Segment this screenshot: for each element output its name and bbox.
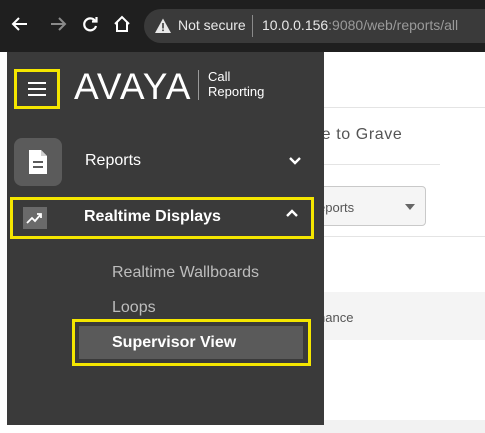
sidebar: AVAYA Call Reporting Reports Realtime Di… (7, 52, 324, 425)
back-button[interactable] (8, 12, 32, 36)
logo-separator (198, 70, 199, 100)
browser-toolbar: Not secure 10.0.0.156:9080/web/reports/a… (0, 0, 485, 52)
menu-line (28, 94, 46, 96)
realtime-displays-icon-box (23, 207, 47, 229)
home-icon (114, 15, 130, 32)
url-text[interactable]: 10.0.0.156:9080/web/reports/all (262, 17, 458, 33)
avaya-logo: AVAYA (74, 66, 192, 107)
sidebar-item-reports[interactable]: Reports (85, 152, 141, 170)
arrow-right-icon (51, 17, 67, 31)
document-icon (29, 150, 47, 174)
not-secure-label[interactable]: Not secure (178, 17, 246, 33)
sidebar-item-realtime-displays[interactable]: Realtime Displays (84, 208, 221, 226)
menu-line (28, 88, 46, 90)
sidebar-subitem-realtime-wallboards[interactable]: Realtime Wallboards (112, 264, 259, 282)
warning-icon (155, 18, 171, 33)
page-footer-strip (300, 420, 485, 433)
reload-icon (83, 17, 98, 32)
divider (300, 236, 485, 237)
product-name-line2: Reporting (208, 84, 265, 99)
chevron-down-icon[interactable] (288, 156, 302, 166)
reports-icon-box[interactable] (14, 138, 62, 186)
url-host: 10.0.0.156 (262, 17, 329, 33)
address-separator (252, 15, 253, 37)
url-path: :9080/web/reports/all (328, 17, 459, 33)
trending-up-icon (26, 213, 42, 224)
product-name-line1: Call (208, 69, 231, 84)
arrow-left-icon (11, 17, 27, 31)
divider (300, 107, 485, 108)
product-name: Call Reporting (208, 69, 264, 99)
hamburger-menu-button[interactable] (14, 69, 60, 109)
sidebar-subitem-supervisor-view[interactable]: Supervisor View (112, 334, 236, 352)
chevron-up-icon[interactable] (285, 208, 299, 218)
sidebar-subitem-loops[interactable]: Loops (112, 299, 156, 317)
forward-button[interactable] (46, 12, 70, 36)
address-bar[interactable]: Not secure 10.0.0.156:9080/web/reports/a… (144, 9, 485, 43)
reload-button[interactable] (78, 12, 102, 36)
home-button[interactable] (110, 12, 134, 36)
menu-line (28, 82, 46, 84)
caret-down-icon (405, 204, 415, 210)
